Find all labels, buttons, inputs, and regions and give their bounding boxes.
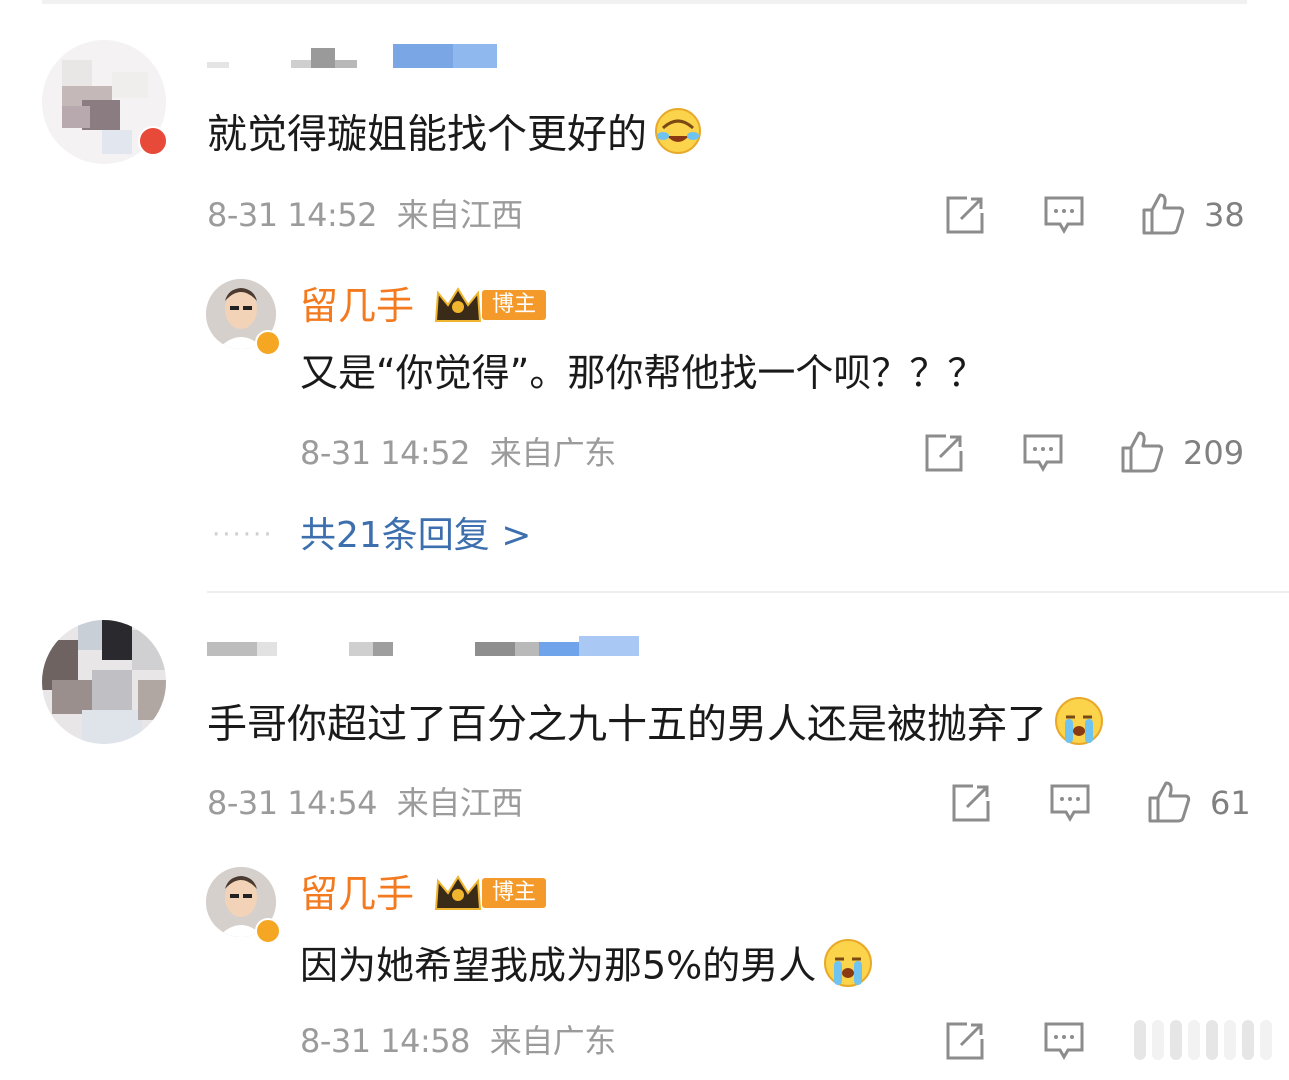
like-count: 61 [1210,784,1251,822]
comment-icon[interactable] [1042,1019,1086,1063]
comment-icon[interactable] [1021,431,1065,475]
comment-location: 来自江西 [396,196,524,234]
reply-text: 因为她希望我成为那5%的男人 [300,937,874,999]
comment-icon[interactable] [1042,193,1086,237]
reply-author-name[interactable]: 留几手 [300,871,414,917]
blurred-username [207,44,497,68]
like-icon[interactable] [1146,779,1191,823]
member-badge-icon [138,126,168,156]
share-icon[interactable] [949,781,993,825]
watermark-overlay [1130,1014,1280,1068]
comment-text: 手哥你超过了百分之九十五的男人还是被抛弃了 [207,695,1105,758]
comment-text: 就觉得璇姐能找个更好的 [207,106,703,167]
comment-time: 8-31 14:52 [207,196,378,234]
comment-meta: 8-31 14:52 来自江西 [207,195,523,235]
reply-time: 8-31 14:52 [300,434,471,472]
blurred-username [207,636,639,656]
reply-author-name[interactable]: 留几手 [300,283,414,329]
reply-location: 来自广东 [489,434,617,472]
reply-text: 又是“你觉得”。那你帮他找一个呗？？？ [300,351,986,395]
crown-icon [434,287,482,322]
like-count: 209 [1183,434,1245,472]
dots-separator: ······ [212,520,274,550]
top-divider [42,0,1247,4]
reply-location: 来自广东 [489,1022,617,1060]
comment-location: 来自江西 [396,784,524,822]
comment-icon[interactable] [1048,781,1092,825]
share-icon[interactable] [943,193,987,237]
like-count: 38 [1204,196,1245,234]
comment-divider [207,591,1289,593]
laughing-cry-emoji [653,106,703,167]
commenter-avatar[interactable] [42,620,166,744]
verified-icon [255,918,281,944]
reply-meta: 8-31 14:52 来自广东 [300,433,616,473]
like-icon[interactable] [1140,191,1185,235]
reply-time: 8-31 14:58 [300,1022,471,1060]
comment-time: 8-31 14:54 [207,784,378,822]
crying-emoji [1053,695,1105,758]
reply-meta: 8-31 14:58 来自广东 [300,1021,616,1061]
crown-icon [434,875,482,910]
verified-icon [255,330,281,356]
comment-meta: 8-31 14:54 来自江西 [207,783,523,823]
blogger-badge: 博主 [432,875,547,911]
crying-emoji [822,937,874,999]
share-icon[interactable] [922,431,966,475]
share-icon[interactable] [943,1019,987,1063]
blogger-badge: 博主 [432,287,547,323]
more-replies-link[interactable]: 共21条回复 > [300,514,531,558]
like-icon[interactable] [1119,429,1164,473]
